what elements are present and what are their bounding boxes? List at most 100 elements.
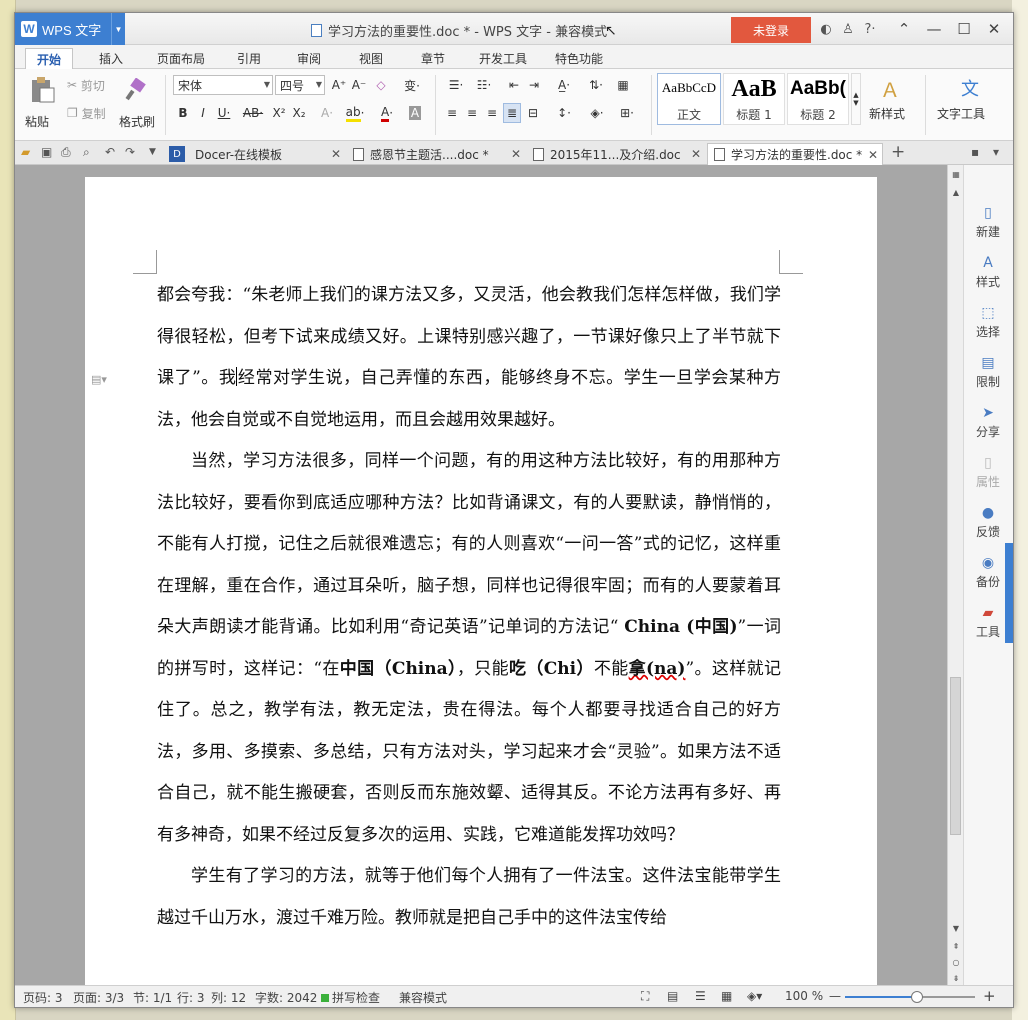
align-right-icon[interactable]: ≡: [483, 103, 501, 123]
zoom-slider-knob[interactable]: [910, 991, 923, 1003]
undo-icon[interactable]: ↶: [105, 145, 115, 159]
print-icon[interactable]: ⎙: [61, 145, 71, 160]
zoom-out-icon[interactable]: —: [829, 989, 841, 1003]
font-name-select[interactable]: 宋体 ▼: [173, 75, 273, 95]
page-view-icon[interactable]: ▤: [667, 989, 678, 1003]
tab-list-icon[interactable]: ▪: [971, 145, 979, 159]
side-select[interactable]: ⬚ 选择: [964, 305, 1012, 340]
tab-menu-icon[interactable]: ▾: [993, 145, 999, 159]
paste-button[interactable]: [25, 75, 59, 105]
side-share[interactable]: ➤ 分享: [964, 405, 1012, 440]
distributed-icon[interactable]: ⊟: [523, 103, 543, 123]
numbered-list-icon[interactable]: ☷·: [471, 75, 497, 95]
tab-special-features[interactable]: 特色功能: [547, 48, 611, 69]
scrollbar-thumb[interactable]: [950, 677, 961, 835]
increase-indent-icon[interactable]: ⇥: [525, 75, 543, 95]
outline-view-icon[interactable]: ☰: [695, 989, 706, 1003]
text-tools-label[interactable]: 文字工具: [937, 105, 985, 122]
subscript-icon[interactable]: X₂: [289, 103, 309, 123]
font-color-icon[interactable]: A ·: [373, 103, 401, 123]
print-preview-icon[interactable]: ⌕: [83, 145, 90, 160]
tab-view[interactable]: 视图: [349, 48, 393, 69]
bullet-list-icon[interactable]: ☰·: [443, 75, 469, 95]
styles-scroll[interactable]: ▲ ▼: [851, 73, 861, 125]
bold-icon[interactable]: B: [175, 103, 191, 123]
app-menu-button[interactable]: W WPS 文字 ▼: [15, 13, 125, 45]
side-style[interactable]: A 样式: [964, 255, 1012, 290]
close-icon[interactable]: ✕: [979, 17, 1009, 41]
underline-icon[interactable]: U·: [213, 103, 235, 123]
grow-font-icon[interactable]: A⁺: [329, 75, 349, 95]
new-style-icon[interactable]: Ａ: [875, 73, 905, 103]
tab-section[interactable]: 章节: [411, 48, 455, 69]
new-tab-icon[interactable]: +: [891, 142, 905, 162]
close-icon[interactable]: ✕: [691, 147, 701, 161]
format-painter-button[interactable]: [121, 75, 151, 105]
help-icon[interactable]: ?·: [859, 19, 881, 39]
style-heading-1[interactable]: AaB 标题 1: [723, 73, 785, 125]
new-style-label[interactable]: 新样式: [869, 105, 905, 122]
tab-developer[interactable]: 开发工具: [471, 48, 535, 69]
vertical-scrollbar[interactable]: ▦ ▲ ▼ ⇞ ○ ⇟: [947, 165, 963, 985]
scroll-down-icon[interactable]: ▼: [948, 921, 964, 935]
text-tools-icon[interactable]: 文: [955, 73, 985, 103]
minimize-icon[interactable]: —: [919, 17, 949, 41]
justify-icon[interactable]: ≣: [503, 103, 521, 123]
page-up-icon[interactable]: ⇞: [948, 939, 964, 953]
close-icon[interactable]: ✕: [511, 147, 521, 161]
doc-tab-thanksgiving[interactable]: 感恩节主题活....doc * ✕: [347, 143, 525, 165]
phonetic-guide-icon[interactable]: 变·: [395, 75, 429, 95]
shrink-font-icon[interactable]: A⁻: [349, 75, 369, 95]
document-text[interactable]: 都会夸我：“朱老师上我们的课方法又多，又灵活，他会教我们怎样怎样做，我们学得很轻…: [157, 275, 781, 939]
status-spell[interactable]: 拼写检查: [321, 989, 380, 1006]
chevron-down-icon[interactable]: ▼: [111, 13, 125, 45]
sort-icon[interactable]: ⇅·: [585, 75, 607, 95]
doc-tab-docer[interactable]: D Docer-在线模板 ✕: [165, 143, 345, 165]
decrease-indent-icon[interactable]: ⇤: [505, 75, 523, 95]
tab-references[interactable]: 引用: [227, 48, 271, 69]
web-view-icon[interactable]: ▦: [721, 989, 732, 1003]
char-shading-icon[interactable]: A: [405, 103, 425, 123]
save-icon[interactable]: ▣: [41, 145, 52, 159]
status-words[interactable]: 字数: 2042: [255, 989, 317, 1006]
zoom-slider[interactable]: [845, 991, 975, 1003]
style-normal[interactable]: AaBbCcD 正文: [657, 73, 721, 125]
shirt-icon[interactable]: ♙: [837, 19, 859, 39]
table-icon[interactable]: ▦: [613, 75, 633, 95]
side-properties[interactable]: ▯ 属性: [964, 455, 1012, 490]
chevron-down-icon[interactable]: ▼: [149, 147, 156, 157]
browse-object-icon[interactable]: ○: [948, 955, 964, 969]
align-center-icon[interactable]: ≡: [463, 103, 481, 123]
tab-home[interactable]: 开始: [25, 48, 73, 69]
borders-icon[interactable]: ⊞·: [615, 103, 639, 123]
tab-review[interactable]: 审阅: [287, 48, 331, 69]
text-effect-icon[interactable]: A·: [315, 103, 339, 123]
full-screen-icon[interactable]: ⛶: [641, 989, 649, 1004]
document-page[interactable]: ▤▾ 都会夸我：“朱老师上我们的课方法又多，又灵活，他会教我们怎样怎样做，我们学…: [85, 177, 877, 985]
highlight-icon[interactable]: ab ·: [341, 103, 369, 123]
cut-button[interactable]: ✂ 剪切: [67, 75, 105, 95]
doc-tab-active[interactable]: 学习方法的重要性.doc * ✕: [707, 143, 883, 165]
shading-icon[interactable]: ◈·: [583, 103, 611, 123]
format-painter-label[interactable]: 格式刷: [119, 113, 155, 130]
superscript-icon[interactable]: X²: [269, 103, 289, 123]
zoom-in-icon[interactable]: +: [983, 987, 996, 1005]
paragraph-menu-icon[interactable]: ▤▾: [91, 373, 107, 386]
side-feedback[interactable]: ● 反馈: [964, 505, 1012, 540]
side-panel-toggle[interactable]: [1005, 543, 1013, 643]
redo-icon[interactable]: ↷: [125, 145, 135, 159]
collapse-ribbon-icon[interactable]: ⌃: [889, 17, 919, 41]
prev-page-icon[interactable]: ▦: [948, 167, 964, 181]
open-folder-icon[interactable]: ▰: [21, 145, 30, 159]
font-size-select[interactable]: 四号 ▼: [275, 75, 325, 95]
maximize-icon[interactable]: ☐: [949, 17, 979, 41]
page-down-icon[interactable]: ⇟: [948, 971, 964, 985]
align-left-icon[interactable]: ≡: [443, 103, 461, 123]
tab-insert[interactable]: 插入: [89, 48, 133, 69]
scroll-up-icon[interactable]: ▲: [948, 185, 964, 199]
zoom-level[interactable]: 100 %: [785, 989, 823, 1003]
line-spacing-icon[interactable]: ↕·: [551, 103, 577, 123]
text-direction-icon[interactable]: A̲·: [551, 75, 577, 95]
skin-icon[interactable]: ◐: [815, 19, 837, 39]
clear-format-icon[interactable]: ◇: [371, 75, 391, 95]
